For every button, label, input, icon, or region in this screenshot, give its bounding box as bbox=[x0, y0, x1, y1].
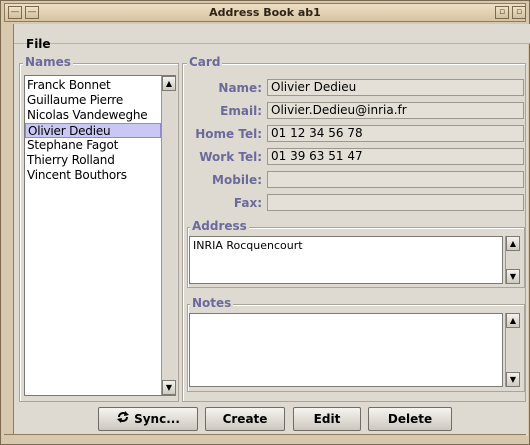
notes-textarea[interactable] bbox=[189, 313, 503, 387]
list-item[interactable]: Guillaume Pierre bbox=[25, 93, 161, 108]
window-bottom-border bbox=[4, 434, 526, 442]
email-label: Email: bbox=[220, 104, 262, 118]
fax-label: Fax: bbox=[233, 196, 262, 210]
arrow-up-icon[interactable]: ▲ bbox=[162, 76, 176, 91]
list-item[interactable]: Franck Bonnet bbox=[25, 78, 161, 93]
arrow-down-icon[interactable]: ▼ bbox=[162, 380, 176, 395]
sync-label: Sync... bbox=[134, 412, 180, 426]
arrow-down-icon[interactable]: ▼ bbox=[506, 269, 520, 284]
address-textarea[interactable]: INRIA Rocquencourt bbox=[189, 236, 503, 284]
list-item[interactable]: Stephane Fagot bbox=[25, 138, 161, 153]
names-legend: Names bbox=[23, 55, 73, 69]
mobile-label: Mobile: bbox=[212, 173, 262, 187]
edit-button[interactable]: Edit bbox=[293, 407, 361, 431]
address-legend: Address bbox=[190, 219, 249, 233]
list-item[interactable]: Nicolas Vandeweghe bbox=[25, 108, 161, 123]
names-scrollbar[interactable]: ▲ ▼ bbox=[161, 76, 176, 395]
notes-legend: Notes bbox=[190, 296, 234, 310]
address-scrollbar[interactable]: ▲ ▼ bbox=[505, 236, 520, 284]
work-tel-label: Work Tel: bbox=[199, 150, 262, 164]
arrow-up-icon[interactable]: ▲ bbox=[506, 313, 520, 328]
home-tel-label: Home Tel: bbox=[195, 127, 262, 141]
fax-field[interactable] bbox=[267, 194, 524, 211]
sync-button[interactable]: Sync... bbox=[98, 407, 198, 431]
list-item[interactable]: Vincent Bouthors bbox=[25, 168, 161, 183]
card-legend: Card bbox=[187, 55, 223, 69]
maximize-icon[interactable]: ▫ bbox=[495, 6, 509, 19]
name-field[interactable]: Olivier Dedieu bbox=[267, 79, 524, 96]
home-tel-field[interactable]: 01 12 34 56 78 bbox=[267, 125, 524, 142]
email-field[interactable]: Olivier.Dedieu@inria.fr bbox=[267, 102, 524, 119]
window-title: Address Book ab1 bbox=[209, 6, 321, 19]
delete-button[interactable]: Delete bbox=[368, 407, 452, 431]
list-item-selected[interactable]: Olivier Dedieu bbox=[25, 123, 161, 138]
arrow-down-icon[interactable]: ▼ bbox=[506, 372, 520, 387]
list-item[interactable]: Thierry Rolland bbox=[25, 153, 161, 168]
name-label: Name: bbox=[218, 81, 262, 95]
window-left-border bbox=[4, 24, 14, 436]
close-icon[interactable]: ▫ bbox=[512, 6, 526, 19]
title-bar[interactable]: — — Address Book ab1 ▫ ▫ bbox=[4, 3, 526, 22]
sync-icon bbox=[116, 409, 130, 431]
arrow-up-icon[interactable]: ▲ bbox=[506, 236, 520, 251]
notes-scrollbar[interactable]: ▲ ▼ bbox=[505, 313, 520, 387]
mobile-field[interactable] bbox=[267, 171, 524, 188]
menu-file[interactable]: File bbox=[26, 37, 51, 51]
work-tel-field[interactable]: 01 39 63 51 47 bbox=[267, 148, 524, 165]
menu-bar bbox=[14, 24, 530, 44]
create-button[interactable]: Create bbox=[205, 407, 285, 431]
names-list[interactable]: Franck Bonnet Guillaume Pierre Nicolas V… bbox=[24, 75, 176, 396]
